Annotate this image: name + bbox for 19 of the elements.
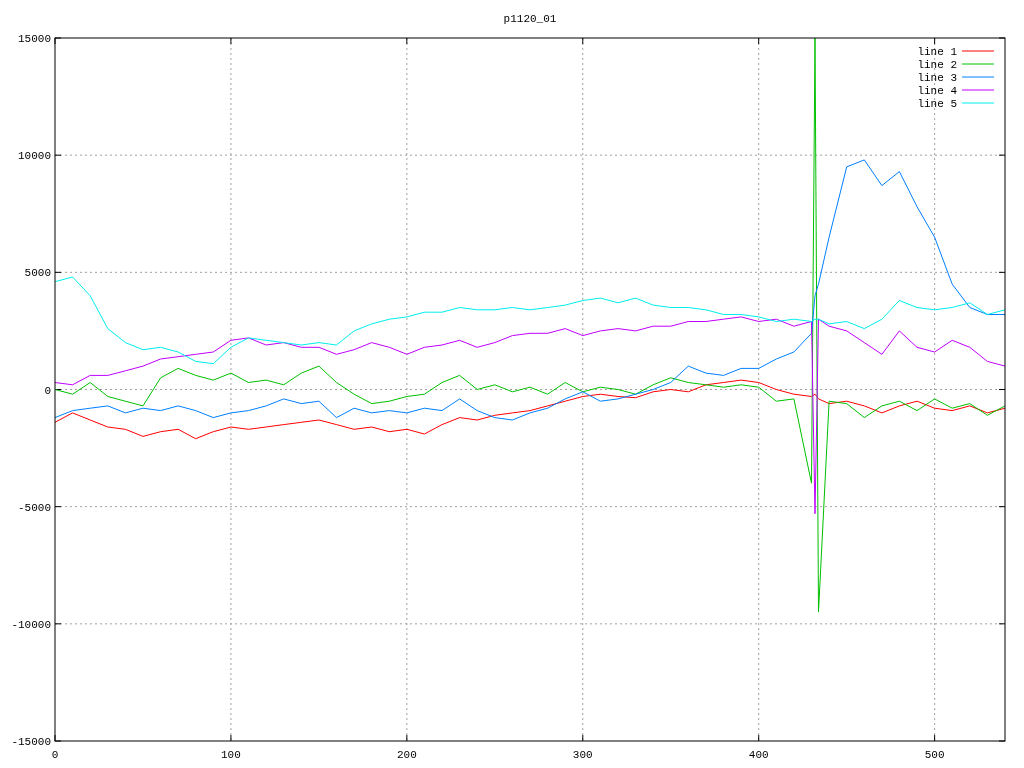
x-tick-label: 200	[396, 749, 417, 761]
legend-label: line 2	[917, 59, 957, 71]
y-tick-label: -5000	[18, 501, 51, 514]
y-tick-label: 5000	[24, 267, 51, 280]
legend-label: line 5	[917, 98, 957, 110]
x-tick-label: 400	[748, 749, 769, 761]
legend-label: line 3	[917, 72, 957, 84]
y-tick-label: -15000	[11, 736, 51, 748]
y-tick-label: 10000	[18, 150, 51, 163]
y-tick-label: 0	[44, 384, 51, 397]
y-tick-label: -10000	[11, 618, 51, 631]
x-tick-label: 300	[572, 749, 593, 761]
x-tick-label: 500	[924, 749, 945, 761]
legend-label: line 1	[917, 46, 957, 58]
legend-label: line 4	[917, 85, 957, 97]
x-tick-label: 0	[51, 749, 59, 761]
chart-title: p1120_01	[503, 13, 557, 25]
x-tick-label: 100	[221, 749, 241, 761]
y-tick-label: 15000	[18, 33, 51, 45]
